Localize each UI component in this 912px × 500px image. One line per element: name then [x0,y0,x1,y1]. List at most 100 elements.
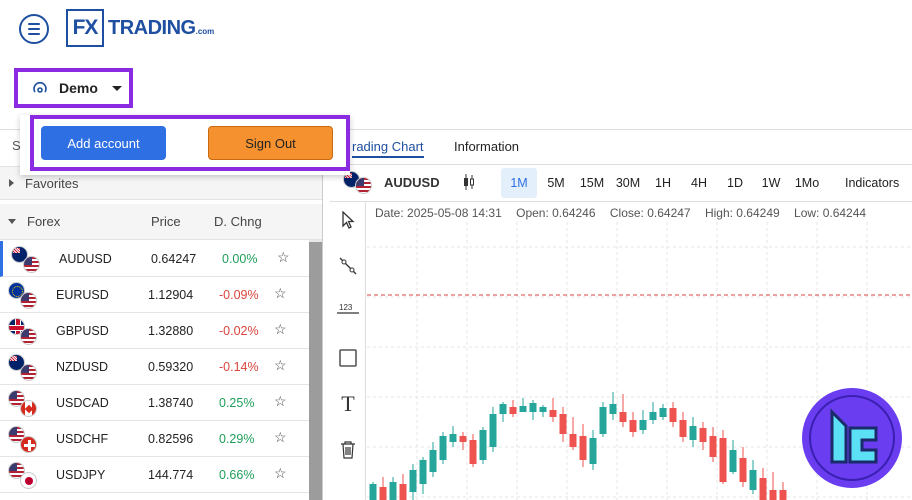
candle-body [749,470,757,490]
timeframe-1d[interactable]: 1D [721,168,749,198]
tab-information[interactable]: Information [454,139,519,154]
ohlc-high: High: 0.64249 [704,206,780,220]
price-column-header: Price [151,214,181,229]
ohlc-close: Close: 0.64247 [609,206,691,220]
candle-body [659,408,667,417]
text-icon[interactable]: T [336,392,360,416]
timeframe-15m[interactable]: 15M [574,168,610,198]
timeframe-1h[interactable]: 1H [649,168,677,198]
timeframe-5m[interactable]: 5M [540,168,572,198]
measure-icon[interactable]: 123 [336,298,360,322]
pair-change: 0.25% [219,396,255,410]
ohlc-date: Date: 2025-05-08 14:31 [375,206,502,220]
chart-symbol[interactable]: AUDUSD [384,175,440,190]
menu-icon-bar [28,23,40,25]
pair-price: 1.32880 [148,324,194,338]
star-icon[interactable]: ☆ [274,321,287,338]
scrollbar-thumb[interactable] [309,242,322,500]
candle-body [369,484,377,500]
pair-price: 1.12904 [148,288,194,302]
pair-price: 0.82596 [148,432,194,446]
candle-body [529,403,537,412]
pair-change: -0.02% [219,324,259,338]
star-icon[interactable]: ☆ [274,357,287,374]
account-mode-selector[interactable]: Demo [14,68,133,108]
menu-icon-bar [28,33,40,35]
expand-icon [9,179,14,187]
candle-body [479,430,487,460]
candlestick-type-icon[interactable] [462,173,476,191]
menu-icon-bar [28,28,40,30]
flag-us-icon [20,364,37,381]
flag-ca-icon [20,400,37,417]
candle-body [519,406,527,412]
account-mode-label: Demo [59,80,98,96]
timeframe-4h[interactable]: 4H [684,168,714,198]
pair-row-eurusd[interactable]: EURUSD 1.12904 -0.09% ☆ [0,277,309,313]
flag-ch-icon [20,436,37,453]
flag-jp-icon [20,472,37,489]
candle-body [459,436,467,442]
signal-icon [33,81,47,93]
pair-symbol: AUDUSD [59,252,112,266]
candle-body [669,408,677,422]
text-tool-label: T [341,393,355,415]
star-icon[interactable]: ☆ [274,285,287,302]
candle-body [469,440,477,464]
pair-row-nzdusd[interactable]: NZDUSD 0.59320 -0.14% ☆ [0,349,309,385]
flag-us-icon [20,328,37,345]
timeframe-1w[interactable]: 1W [757,168,785,198]
pair-row-usdcad[interactable]: USDCAD 1.38740 0.25% ☆ [0,385,309,421]
measure-label: 123 [339,303,353,312]
pair-row-gbpusd[interactable]: GBPUSD 1.32880 -0.02% ☆ [0,313,309,349]
star-icon[interactable]: ☆ [277,249,290,266]
timeframe-1mo[interactable]: 1Mo [790,168,824,198]
candle-body [589,438,597,464]
pair-row-audusd[interactable]: AUDUSD 0.64247 0.00% ☆ [0,241,309,277]
ohlc-open: Open: 0.64246 [516,206,596,220]
pair-price: 1.38740 [148,396,194,410]
timeframe-1m[interactable]: 1M [501,168,537,198]
rectangle-icon[interactable] [336,346,360,370]
trendline-icon[interactable] [336,254,360,278]
candle-body [699,428,707,442]
pair-row-usdjpy[interactable]: USDJPY 144.774 0.66% ☆ [0,457,309,493]
sign-out-button[interactable]: Sign Out [208,126,333,160]
candle-body [689,426,697,440]
candle-body [539,407,547,412]
tab-trading-chart[interactable]: rading Chart [352,139,424,158]
pair-symbol: GBPUSD [56,324,109,338]
pair-price: 144.774 [148,468,194,482]
candle-body [409,470,417,492]
candle-body [399,484,407,500]
cursor-icon[interactable] [336,208,360,232]
pair-row-usdchf[interactable]: USDCHF 0.82596 0.29% ☆ [0,421,309,457]
trash-icon[interactable] [336,438,360,462]
candle-body [709,436,717,457]
brand-badge [802,388,902,488]
add-account-button[interactable]: Add account [41,126,166,160]
pair-price: 0.64247 [151,252,197,266]
flag-us-icon [23,256,40,273]
indicators-button[interactable]: Indicators [845,176,899,190]
candle-body [739,458,747,482]
logo-mark: FX [66,9,104,47]
pair-change: 0.29% [219,432,255,446]
flag-us-icon [20,292,37,309]
menu-button[interactable] [19,14,49,44]
candle-body [649,412,657,420]
forex-group-header[interactable]: Forex Price D. Chng [0,204,322,240]
star-icon[interactable]: ☆ [274,393,287,410]
pair-change: -0.09% [219,288,259,302]
logo-name: TRADING.com [108,17,214,40]
pair-price: 0.59320 [148,360,194,374]
candle-body [599,407,607,434]
candle-body [779,490,787,500]
star-icon[interactable]: ☆ [274,429,287,446]
pair-symbol: USDCAD [56,396,109,410]
timeframe-30m[interactable]: 30M [611,168,645,198]
candle-body [579,436,587,460]
candle-body [769,490,777,500]
candle-body [559,414,567,434]
star-icon[interactable]: ☆ [274,465,287,482]
